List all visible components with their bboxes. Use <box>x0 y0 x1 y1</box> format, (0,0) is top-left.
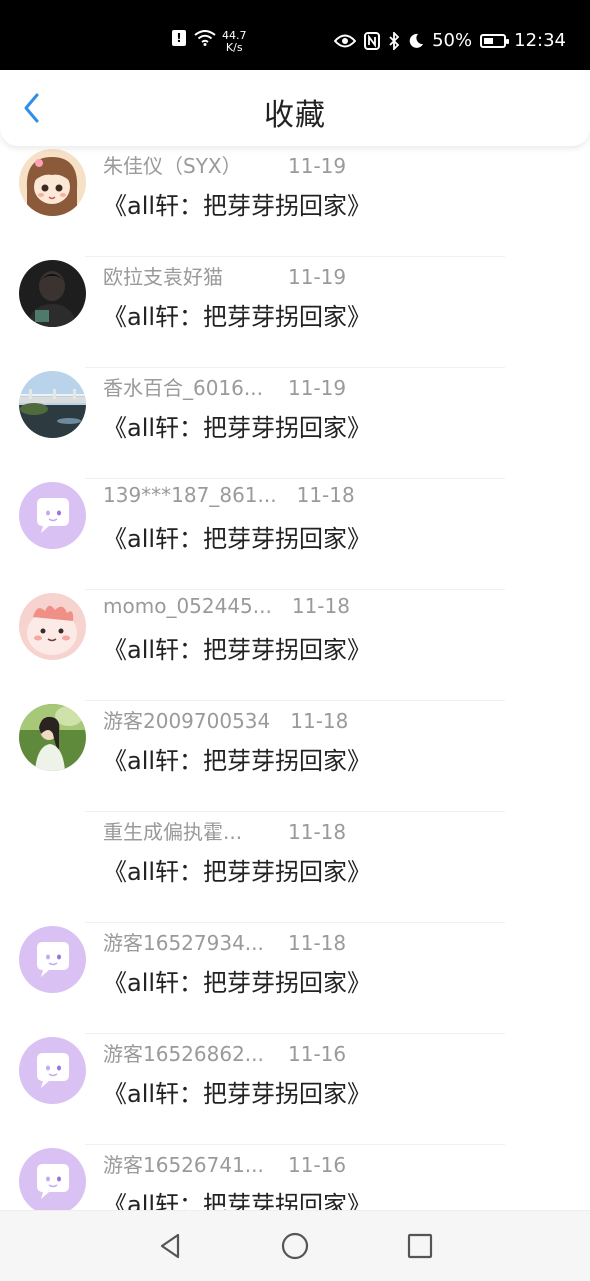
list-item[interactable]: momo_052445... 11-18 《all轩：把芽芽拐回家》 <box>0 590 590 701</box>
default-avatar-icon[interactable] <box>19 1037 86 1104</box>
user-name: 香水百合_6016... <box>103 376 263 400</box>
story-title[interactable]: 《all轩：把芽芽拐回家》 <box>103 297 371 332</box>
story-title[interactable]: 《all轩：把芽芽拐回家》 <box>103 186 371 221</box>
eye-icon <box>334 34 357 47</box>
user-line: 游客2009700534 11-18 <box>103 705 348 734</box>
user-line: 欧拉支袁好猫 11-19 <box>103 261 346 290</box>
battery-icon <box>480 33 510 48</box>
story-title[interactable]: 《all轩：把芽芽拐回家》 <box>103 963 371 998</box>
bluetooth-icon <box>389 31 400 50</box>
triangle-back-icon[interactable] <box>155 1231 185 1261</box>
favorites-list[interactable]: 朱佳仪（SYX） 11-19 《all轩：把芽芽拐回家》 欧拉支袁好猫 11-19 《al… <box>0 146 590 1210</box>
moon-icon <box>409 33 424 48</box>
item-date: 11-18 <box>288 820 347 844</box>
list-item[interactable]: 朱佳仪（SYX） 11-19 《all轩：把芽芽拐回家》 <box>0 146 590 257</box>
nfc-icon <box>364 31 381 50</box>
net-speed-unit: K/s <box>225 41 243 54</box>
user-name: 重生成偏执霍... <box>103 820 243 844</box>
square-recents-icon[interactable] <box>405 1231 435 1261</box>
item-date: 11-18 <box>288 931 347 955</box>
status-bar: ! 44.7 K/s 50% 12:34 <box>0 0 590 70</box>
list-item[interactable]: 欧拉支袁好猫 11-19 《all轩：把芽芽拐回家》 <box>0 257 590 368</box>
user-name: 游客16526741... <box>103 1153 264 1177</box>
story-title[interactable]: 《all轩：把芽芽拐回家》 <box>103 741 371 776</box>
default-avatar-icon[interactable] <box>19 482 86 549</box>
list-item[interactable]: 139***187_861... 11-18 《all轩：把芽芽拐回家》 <box>0 479 590 590</box>
user-line: momo_052445... 11-18 <box>103 594 350 618</box>
avatar[interactable] <box>19 149 86 216</box>
item-date: 11-16 <box>288 1153 347 1177</box>
user-name: 朱佳仪（SYX） <box>103 154 242 178</box>
user-line: 游客16527934... 11-18 <box>103 927 346 956</box>
user-name: 游客16527934... <box>103 931 264 955</box>
item-date: 11-18 <box>290 709 349 733</box>
story-title[interactable]: 《all轩：把芽芽拐回家》 <box>103 630 371 665</box>
list-item[interactable]: 游客2009700534 11-18 《all轩：把芽芽拐回家》 <box>0 701 590 812</box>
user-line: 游客16526862... 11-16 <box>103 1038 346 1067</box>
list-item[interactable]: 游客16526741... 11-16 《all轩：把芽芽拐回家》 <box>0 1145 590 1210</box>
item-date: 11-19 <box>288 376 347 400</box>
story-title[interactable]: 《all轩：把芽芽拐回家》 <box>103 1074 371 1109</box>
clock: 12:34 <box>514 30 566 51</box>
user-line: 游客16526741... 11-16 <box>103 1149 346 1178</box>
item-date: 11-19 <box>288 265 347 289</box>
net-speed: 44.7 K/s <box>222 30 247 54</box>
battery-percent: 50% <box>432 30 473 51</box>
user-name: 欧拉支袁好猫 <box>103 265 223 289</box>
user-line: 重生成偏执霍... 11-18 <box>103 816 346 845</box>
circle-home-icon[interactable] <box>280 1231 310 1261</box>
item-date: 11-18 <box>291 594 350 618</box>
user-line: 香水百合_6016... 11-19 <box>103 372 346 401</box>
story-title[interactable]: 《all轩：把芽芽拐回家》 <box>103 408 371 443</box>
item-date: 11-18 <box>296 483 355 507</box>
story-title[interactable]: 《all轩：把芽芽拐回家》 <box>103 1185 371 1210</box>
user-name: 游客2009700534 <box>103 709 271 733</box>
top-bar: 收藏 <box>0 70 590 146</box>
story-title[interactable]: 《all轩：把芽芽拐回家》 <box>103 519 371 554</box>
user-name: momo_052445... <box>103 594 272 618</box>
list-item[interactable]: 香水百合_6016... 11-19 《all轩：把芽芽拐回家》 <box>0 368 590 479</box>
list-item[interactable]: 游客16527934... 11-18 《all轩：把芽芽拐回家》 <box>0 923 590 1034</box>
list-item[interactable]: 重生成偏执霍... 11-18 《all轩：把芽芽拐回家》 <box>0 812 590 923</box>
page-title: 收藏 <box>264 98 326 133</box>
default-avatar-icon[interactable] <box>19 926 86 993</box>
user-name: 139***187_861... <box>103 483 277 507</box>
user-name: 游客16526862... <box>103 1042 264 1066</box>
item-date: 11-16 <box>288 1042 347 1066</box>
system-nav-bar <box>0 1210 590 1281</box>
alert-icon: ! <box>172 30 186 46</box>
avatar[interactable] <box>19 371 86 438</box>
default-avatar-icon[interactable] <box>19 1148 86 1210</box>
user-line: 朱佳仪（SYX） 11-19 <box>103 150 346 179</box>
wifi-icon <box>194 30 216 46</box>
user-line: 139***187_861... 11-18 <box>103 483 355 507</box>
avatar[interactable] <box>19 593 86 660</box>
avatar[interactable] <box>19 704 86 771</box>
list-item[interactable]: 游客16526862... 11-16 《all轩：把芽芽拐回家》 <box>0 1034 590 1145</box>
avatar[interactable] <box>19 260 86 327</box>
item-date: 11-19 <box>288 154 347 178</box>
story-title[interactable]: 《all轩：把芽芽拐回家》 <box>103 852 371 887</box>
